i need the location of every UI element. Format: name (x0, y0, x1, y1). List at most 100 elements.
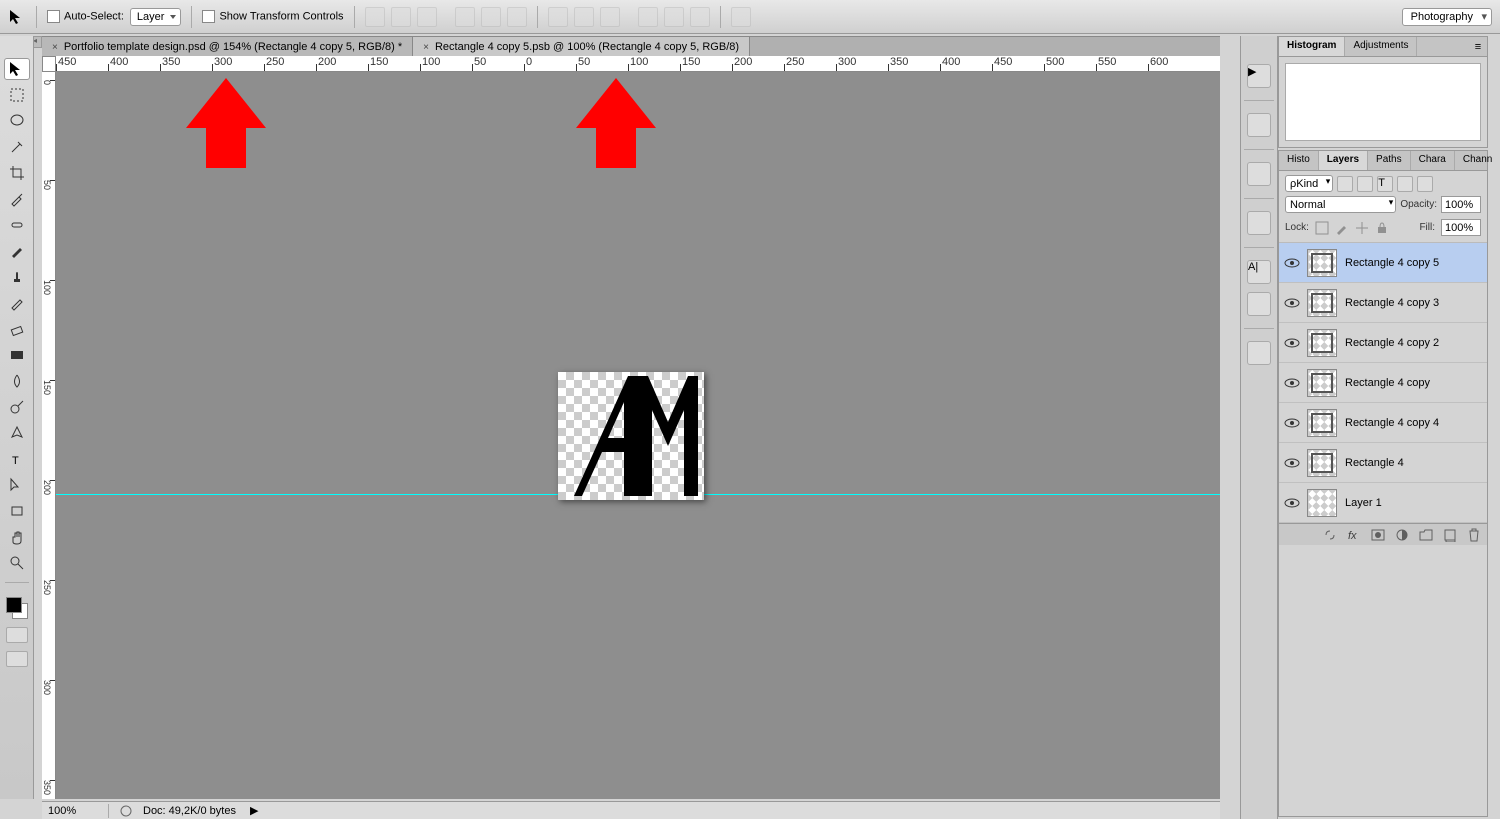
layer-row[interactable]: Rectangle 4 (1279, 443, 1487, 483)
histogram-tab[interactable]: Histogram (1279, 37, 1345, 56)
layer-thumbnail[interactable] (1307, 249, 1337, 277)
canvas-document[interactable] (558, 372, 704, 500)
blur-tool[interactable] (4, 370, 30, 392)
layer-thumbnail[interactable] (1307, 449, 1337, 477)
close-tab-icon[interactable]: × (52, 42, 58, 53)
document-tab-1[interactable]: × Rectangle 4 copy 5.psb @ 100% (Rectang… (413, 37, 750, 57)
actions-panel-icon[interactable]: ▶ (1247, 64, 1271, 88)
auto-select-checkbox[interactable]: Auto-Select: (47, 10, 124, 23)
eraser-tool[interactable] (4, 318, 30, 340)
distribute-right-button[interactable] (690, 7, 710, 27)
quick-mask-toggle[interactable] (6, 627, 28, 643)
paragraph-panel-icon[interactable] (1247, 211, 1271, 235)
layer-row[interactable]: Rectangle 4 copy 3 (1279, 283, 1487, 323)
distribute-bottom-button[interactable] (600, 7, 620, 27)
layer-row[interactable]: Rectangle 4 copy (1279, 363, 1487, 403)
stamp-tool[interactable] (4, 266, 30, 288)
adjustments-tab[interactable]: Adjustments (1345, 37, 1417, 56)
workspace-switcher[interactable]: Photography (1402, 8, 1492, 26)
align-hcenter-button[interactable] (481, 7, 501, 27)
gradient-tool[interactable] (4, 344, 30, 366)
distribute-left-button[interactable] (638, 7, 658, 27)
document-tab-0[interactable]: × Portfolio template design.psd @ 154% (… (42, 37, 413, 57)
character-tab[interactable]: Chara (1411, 151, 1455, 170)
close-tab-icon[interactable]: × (423, 42, 429, 53)
character-panel-icon[interactable]: A| (1247, 260, 1271, 284)
marquee-tool[interactable] (4, 84, 30, 106)
styles-panel-icon[interactable] (1247, 292, 1271, 316)
rectangle-tool[interactable] (4, 500, 30, 522)
visibility-toggle-icon[interactable] (1283, 376, 1301, 390)
auto-select-target[interactable]: Layer (130, 8, 182, 26)
align-vcenter-button[interactable] (391, 7, 411, 27)
doc-info-menu-icon[interactable]: ▶ (250, 804, 258, 817)
fill-input[interactable]: 100% (1441, 219, 1481, 236)
layer-thumbnail[interactable] (1307, 329, 1337, 357)
zoom-tool[interactable] (4, 552, 30, 574)
visibility-toggle-icon[interactable] (1283, 496, 1301, 510)
history-brush-tool[interactable] (4, 292, 30, 314)
filter-smartobject-icon[interactable] (1417, 176, 1433, 192)
zoom-level[interactable]: 100% (48, 805, 98, 817)
opacity-input[interactable]: 100% (1441, 196, 1481, 213)
properties-panel-icon[interactable] (1247, 341, 1271, 365)
doc-info-icon[interactable] (119, 804, 133, 818)
show-transform-checkbox[interactable]: Show Transform Controls (202, 10, 343, 23)
ruler-vertical[interactable]: 050100150200250300350 (42, 72, 56, 799)
distribute-hcenter-button[interactable] (664, 7, 684, 27)
layer-filter-kind[interactable]: ρ Kind (1285, 175, 1333, 192)
brushes-panel-icon[interactable] (1247, 162, 1271, 186)
visibility-toggle-icon[interactable] (1283, 336, 1301, 350)
eyedropper-tool[interactable] (4, 188, 30, 210)
hand-tool[interactable] (4, 526, 30, 548)
visibility-toggle-icon[interactable] (1283, 256, 1301, 270)
channels-tab[interactable]: Chann (1455, 151, 1500, 170)
blend-mode-select[interactable]: Normal (1285, 196, 1396, 213)
visibility-toggle-icon[interactable] (1283, 296, 1301, 310)
group-icon[interactable] (1419, 528, 1433, 542)
screen-mode-toggle[interactable] (6, 651, 28, 667)
align-left-button[interactable] (455, 7, 475, 27)
filter-adjustment-icon[interactable] (1357, 176, 1373, 192)
layer-mask-icon[interactable] (1371, 528, 1385, 542)
layer-row[interactable]: Layer 1 (1279, 483, 1487, 523)
visibility-toggle-icon[interactable] (1283, 456, 1301, 470)
brush-tool[interactable] (4, 240, 30, 262)
pen-tool[interactable] (4, 422, 30, 444)
distribute-vcenter-button[interactable] (574, 7, 594, 27)
filter-type-icon[interactable]: T (1377, 176, 1393, 192)
history-tab[interactable]: Histo (1279, 151, 1319, 170)
healing-brush-tool[interactable] (4, 214, 30, 236)
lock-transparency-icon[interactable] (1315, 221, 1329, 235)
navigator-panel-icon[interactable] (1247, 113, 1271, 137)
move-tool[interactable] (4, 58, 30, 80)
layer-style-icon[interactable]: fx (1347, 528, 1361, 542)
ruler-horizontal[interactable]: 4504003503002502001501005005010015020025… (56, 56, 1220, 72)
link-layers-icon[interactable] (1323, 528, 1337, 542)
layers-tab[interactable]: Layers (1319, 151, 1368, 170)
color-swatches[interactable] (6, 597, 28, 619)
paths-tab[interactable]: Paths (1368, 151, 1411, 170)
dodge-tool[interactable] (4, 396, 30, 418)
visibility-toggle-icon[interactable] (1283, 416, 1301, 430)
layer-thumbnail[interactable] (1307, 409, 1337, 437)
layer-row[interactable]: Rectangle 4 copy 5 (1279, 243, 1487, 283)
magic-wand-tool[interactable] (4, 136, 30, 158)
new-layer-icon[interactable] (1443, 528, 1457, 542)
align-top-button[interactable] (365, 7, 385, 27)
layer-thumbnail[interactable] (1307, 369, 1337, 397)
layer-row[interactable]: Rectangle 4 copy 4 (1279, 403, 1487, 443)
distribute-top-button[interactable] (548, 7, 568, 27)
canvas-area[interactable] (56, 72, 1220, 799)
filter-shape-icon[interactable] (1397, 176, 1413, 192)
layer-thumbnail[interactable] (1307, 289, 1337, 317)
crop-tool[interactable] (4, 162, 30, 184)
auto-align-button[interactable] (731, 7, 751, 27)
align-bottom-button[interactable] (417, 7, 437, 27)
adjustment-layer-icon[interactable] (1395, 528, 1409, 542)
path-selection-tool[interactable] (4, 474, 30, 496)
delete-layer-icon[interactable] (1467, 528, 1481, 542)
type-tool[interactable]: T (4, 448, 30, 470)
align-right-button[interactable] (507, 7, 527, 27)
ruler-origin[interactable] (42, 56, 56, 72)
